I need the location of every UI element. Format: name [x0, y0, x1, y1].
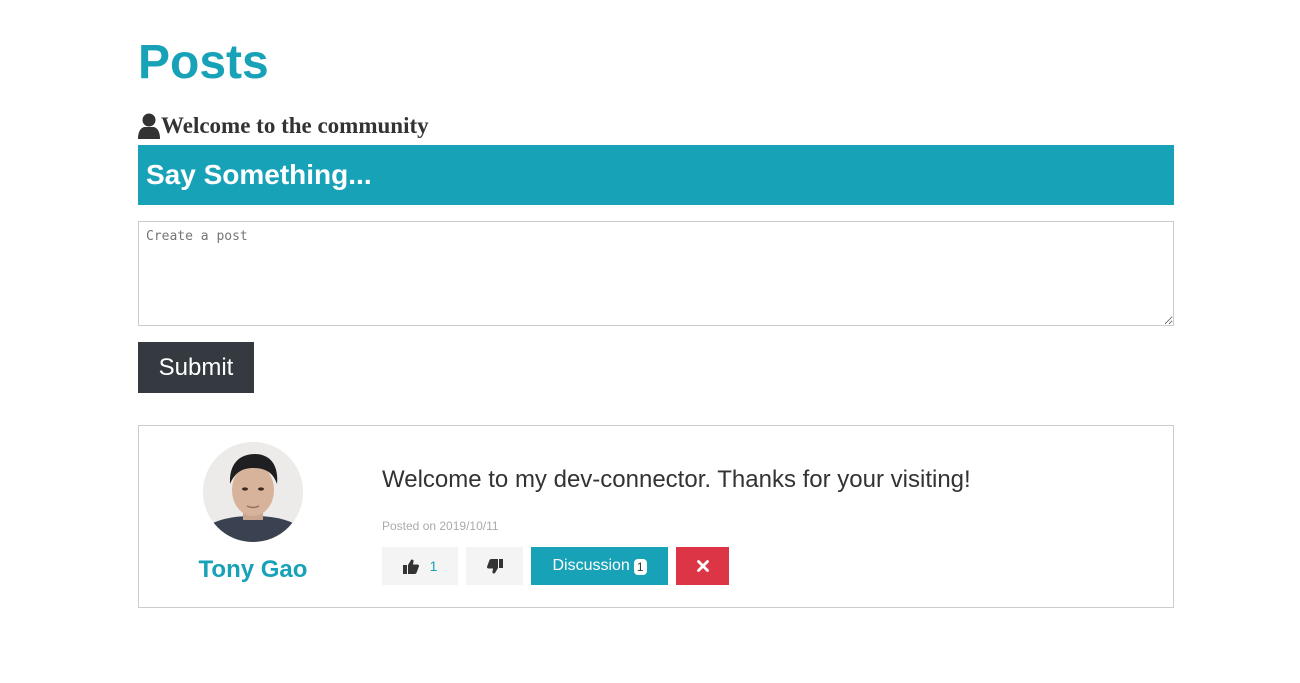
post-actions: 1 Discussion 1 — [382, 547, 729, 585]
unlike-button[interactable] — [466, 547, 523, 585]
post-date: Posted on 2019/10/11 — [382, 519, 499, 533]
thumbs-down-icon — [486, 558, 503, 573]
create-post-textarea[interactable] — [138, 221, 1174, 326]
delete-post-button[interactable] — [676, 547, 729, 585]
thumbs-up-icon — [402, 559, 419, 574]
avatar[interactable] — [203, 442, 303, 542]
post-text: Welcome to my dev-connector. Thanks for … — [382, 466, 971, 493]
post-author[interactable]: Tony Gao — [193, 442, 313, 584]
welcome-text: Welcome to the community — [161, 113, 429, 138]
like-button[interactable]: 1 — [382, 547, 458, 585]
user-icon — [138, 113, 160, 139]
submit-button[interactable]: Submit — [138, 342, 254, 393]
welcome-lead: Welcome to the community — [138, 112, 429, 140]
post-item: Tony Gao Welcome to my dev-connector. Th… — [138, 425, 1174, 608]
discussion-label: Discussion — [552, 557, 630, 574]
discussion-button[interactable]: Discussion 1 — [531, 547, 668, 585]
comment-count-badge: 1 — [633, 559, 647, 575]
close-icon — [696, 560, 709, 572]
page-title: Posts — [138, 36, 269, 89]
author-name[interactable]: Tony Gao — [193, 556, 313, 584]
like-count: 1 — [429, 558, 438, 574]
post-form-title: Say Something... — [146, 159, 372, 190]
post-form-header: Say Something... — [138, 145, 1174, 205]
